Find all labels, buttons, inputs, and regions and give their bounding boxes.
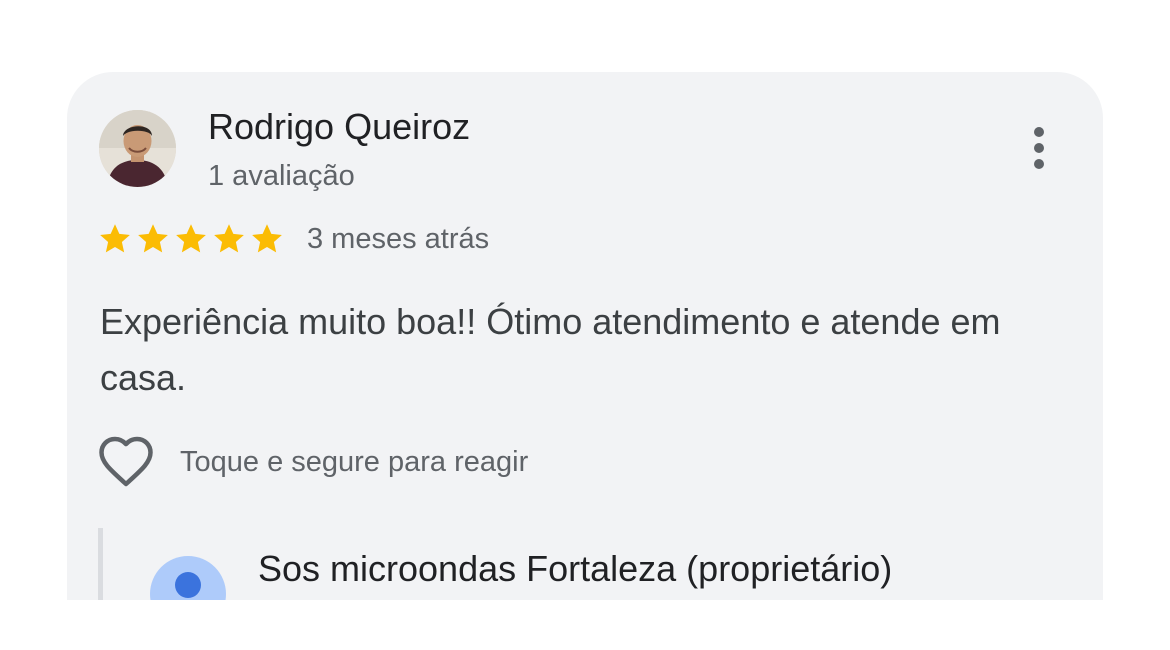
author-review-count: 1 avaliação (208, 160, 355, 192)
star-icon (252, 224, 282, 253)
owner-avatar-dot (175, 572, 201, 598)
react-hint: Toque e segure para reagir (180, 445, 529, 478)
review-time: 3 meses atrás (307, 222, 490, 255)
review-card: Rodrigo Queiroz 1 avaliação 3 meses atrá… (67, 72, 1103, 600)
more-vert-icon-dot (1034, 143, 1044, 153)
owner-name[interactable]: Sos microondas Fortaleza (proprietário) (258, 548, 892, 590)
react-button[interactable]: Toque e segure para reagir (97, 434, 528, 490)
more-vert-icon-dot (1034, 159, 1044, 169)
star-icon (100, 224, 130, 253)
star-icon (214, 224, 244, 253)
review-rating-row: 3 meses atrás (97, 221, 489, 257)
more-vert-icon (1034, 127, 1044, 137)
heart-outline-icon (99, 436, 153, 487)
author-avatar[interactable] (99, 110, 176, 187)
review-text: Experiência muito boa!! Ótimo atendiment… (100, 301, 1001, 398)
owner-reply: Sos microondas Fortaleza (proprietário) (98, 528, 1103, 600)
author-name[interactable]: Rodrigo Queiroz (208, 106, 470, 148)
star-icon (138, 224, 168, 253)
owner-avatar[interactable] (150, 556, 226, 600)
star-icon (176, 224, 206, 253)
more-options-button[interactable] (1019, 122, 1059, 174)
star-rating (97, 221, 285, 257)
